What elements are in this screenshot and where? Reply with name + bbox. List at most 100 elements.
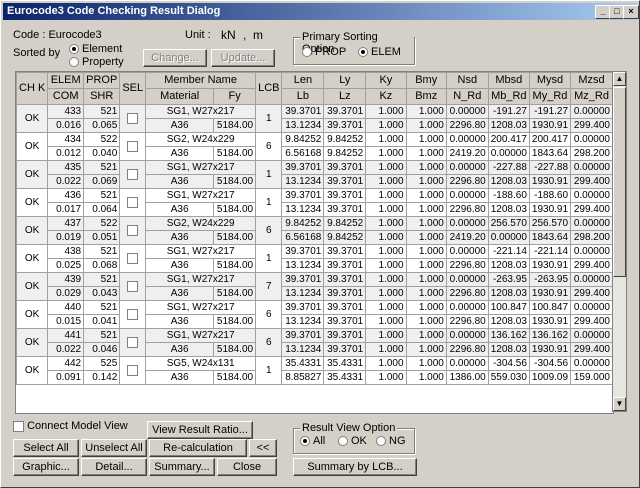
table-row[interactable]: 0.017 0.064 A36 5184.00 13.1234 39.3701 1.000 1…	[17, 202, 613, 217]
cell-sel[interactable]	[119, 244, 147, 273]
table-row[interactable]: 0.091 0.142 A36 5184.00 8.85827 35.4331 1.000 1…	[17, 370, 613, 385]
header-mzsd[interactable]: Mzsd	[570, 72, 613, 89]
header-com[interactable]: COM	[47, 88, 85, 105]
select-all-button[interactable]: Select All	[13, 439, 79, 457]
table-row[interactable]: 0.022 0.069 A36 5184.00 13.1234 39.3701 1.000 1…	[17, 174, 613, 189]
update-button[interactable]: Update...	[211, 49, 275, 67]
recalculation-button[interactable]: Re-calculation	[149, 439, 247, 457]
table-row[interactable]: OK 441 521 SG1, W27x217 6 39.3701 39.3701 1.000…	[16, 328, 613, 357]
header-elem[interactable]: ELEM	[47, 72, 85, 89]
header-fy[interactable]: Fy	[213, 88, 257, 105]
sort-property-radio[interactable]: Property	[69, 56, 124, 68]
table-row[interactable]: OK 437 522 SG2, W24x229 6 9.84252 9.84252 1.000…	[16, 216, 613, 245]
header-material[interactable]: Material	[145, 88, 215, 105]
graphic-button[interactable]: Graphic...	[13, 458, 79, 476]
select-checkbox-icon[interactable]	[127, 196, 139, 208]
header-chk[interactable]: CH K	[16, 72, 49, 105]
unselect-all-button[interactable]: Unselect All	[81, 439, 147, 457]
scroll-thumb[interactable]	[613, 87, 626, 277]
change-button[interactable]: Change...	[143, 49, 207, 67]
select-checkbox-icon[interactable]	[127, 140, 139, 152]
select-checkbox-icon[interactable]	[127, 168, 139, 180]
table-row[interactable]: OK 434 522 SG2, W24x229 6 9.84252 9.84252 1.000…	[16, 132, 613, 161]
table-row[interactable]: OK 435 521 SG1, W27x217 1 39.3701 39.3701 1.000…	[16, 160, 613, 189]
detail-button[interactable]: Detail...	[81, 458, 147, 476]
scroll-up-icon[interactable]: ▲	[613, 72, 626, 86]
results-grid[interactable]: CH K ELEM PROP SEL Member Name LCB Len L…	[15, 71, 614, 414]
cell-sel[interactable]	[119, 160, 147, 189]
collapse-button[interactable]: <<	[249, 439, 277, 457]
cell-sel[interactable]	[119, 188, 147, 217]
title-bar[interactable]: Eurocode3 Code Checking Result Dialog _ …	[3, 3, 639, 20]
header-mz-rd[interactable]: Mz_Rd	[570, 88, 613, 105]
header-mb-rd[interactable]: Mb_Rd	[487, 88, 530, 105]
close-button[interactable]: Close	[217, 458, 277, 476]
cell-sel[interactable]	[119, 272, 147, 301]
connect-model-view-checkbox[interactable]: Connect Model View	[13, 420, 128, 432]
header-lcb[interactable]: LCB	[255, 72, 283, 105]
cell-name: SG2, W24x229	[145, 216, 257, 231]
cell-bmy: 1.000	[405, 244, 447, 259]
cell-mbsd: 136.162	[487, 328, 530, 343]
header-len[interactable]: Len	[281, 72, 325, 89]
table-row[interactable]: OK 442 525 SG5, W24x131 1 35.4331 35.4331 1.000…	[16, 356, 613, 385]
summary-button[interactable]: Summary...	[149, 458, 215, 476]
cell-sel[interactable]	[119, 132, 147, 161]
table-row[interactable]: OK 439 521 SG1, W27x217 7 39.3701 39.3701 1.000…	[16, 272, 613, 301]
sort-prop-radio[interactable]: PROP	[302, 46, 346, 58]
table-row[interactable]: 0.015 0.041 A36 5184.00 13.1234 39.3701 1.000 1…	[17, 314, 613, 329]
header-n-rd[interactable]: N_Rd	[445, 88, 489, 105]
cell-mz-rd: 299.400	[570, 174, 613, 189]
header-ly[interactable]: Ly	[323, 72, 367, 89]
cell-sel[interactable]	[119, 300, 147, 329]
select-checkbox-icon[interactable]	[127, 280, 139, 292]
table-row[interactable]: OK 436 521 SG1, W27x217 1 39.3701 39.3701 1.000…	[16, 188, 613, 217]
select-checkbox-icon[interactable]	[127, 252, 139, 264]
cell-sel[interactable]	[119, 216, 147, 245]
header-sel[interactable]: SEL	[119, 72, 147, 105]
header-member-name[interactable]: Member Name	[145, 72, 257, 89]
header-mysd[interactable]: Mysd	[528, 72, 572, 89]
unit-force: kN	[221, 28, 236, 42]
header-bmz[interactable]: Bmz	[405, 88, 447, 105]
cell-com: 0.025	[47, 258, 85, 273]
sort-elem-radio[interactable]: ELEM	[358, 46, 401, 58]
summary-by-lcb-button[interactable]: Summary by LCB...	[293, 458, 417, 476]
result-all-radio[interactable]: All	[300, 435, 325, 447]
header-prop[interactable]: PROP	[83, 72, 121, 89]
header-my-rd[interactable]: My_Rd	[528, 88, 572, 105]
select-checkbox-icon[interactable]	[127, 112, 139, 124]
cell-sel[interactable]	[119, 104, 147, 133]
result-ng-radio[interactable]: NG	[376, 435, 406, 447]
select-checkbox-icon[interactable]	[127, 364, 139, 376]
table-row[interactable]: 0.012 0.040 A36 5184.00 6.56168 9.84252 1.000 1…	[17, 146, 613, 161]
header-lz[interactable]: Lz	[323, 88, 367, 105]
cell-sel[interactable]	[119, 328, 147, 357]
table-row[interactable]: 0.016 0.065 A36 5184.00 13.1234 39.3701 1.000 1…	[17, 118, 613, 133]
sort-element-radio[interactable]: Element	[69, 43, 122, 55]
table-row[interactable]: 0.029 0.043 A36 5184.00 13.1234 39.3701 1.000 1…	[17, 286, 613, 301]
table-row[interactable]: OK 438 521 SG1, W27x217 1 39.3701 39.3701 1.000…	[16, 244, 613, 273]
scroll-down-icon[interactable]: ▼	[613, 397, 626, 411]
cell-mysd: -304.56	[528, 356, 572, 371]
table-row[interactable]: 0.022 0.046 A36 5184.00 13.1234 39.3701 1.000 1…	[17, 342, 613, 357]
header-ky[interactable]: Ky	[365, 72, 407, 89]
view-result-ratio-button[interactable]: View Result Ratio...	[147, 421, 253, 439]
table-row[interactable]: 0.025 0.068 A36 5184.00 13.1234 39.3701 1.000 1…	[17, 258, 613, 273]
select-checkbox-icon[interactable]	[127, 308, 139, 320]
table-row[interactable]: OK 440 521 SG1, W27x217 6 39.3701 39.3701 1.000…	[16, 300, 613, 329]
table-row[interactable]: OK 433 521 SG1, W27x217 1 39.3701 39.3701 1.000…	[16, 104, 613, 133]
select-checkbox-icon[interactable]	[127, 336, 139, 348]
header-kz[interactable]: Kz	[365, 88, 407, 105]
header-bmy[interactable]: Bmy	[405, 72, 447, 89]
header-lb[interactable]: Lb	[281, 88, 325, 105]
result-ok-radio[interactable]: OK	[338, 435, 367, 447]
select-checkbox-icon[interactable]	[127, 224, 139, 236]
table-row[interactable]: 0.019 0.051 A36 5184.00 6.56168 9.84252 1.000 1…	[17, 230, 613, 245]
header-mbsd[interactable]: Mbsd	[487, 72, 530, 89]
close-window-button[interactable]: ×	[623, 5, 639, 19]
header-nsd[interactable]: Nsd	[445, 72, 489, 89]
cell-sel[interactable]	[119, 356, 147, 385]
vertical-scrollbar[interactable]: ▲ ▼	[612, 71, 627, 412]
header-shr[interactable]: SHR	[83, 88, 121, 105]
